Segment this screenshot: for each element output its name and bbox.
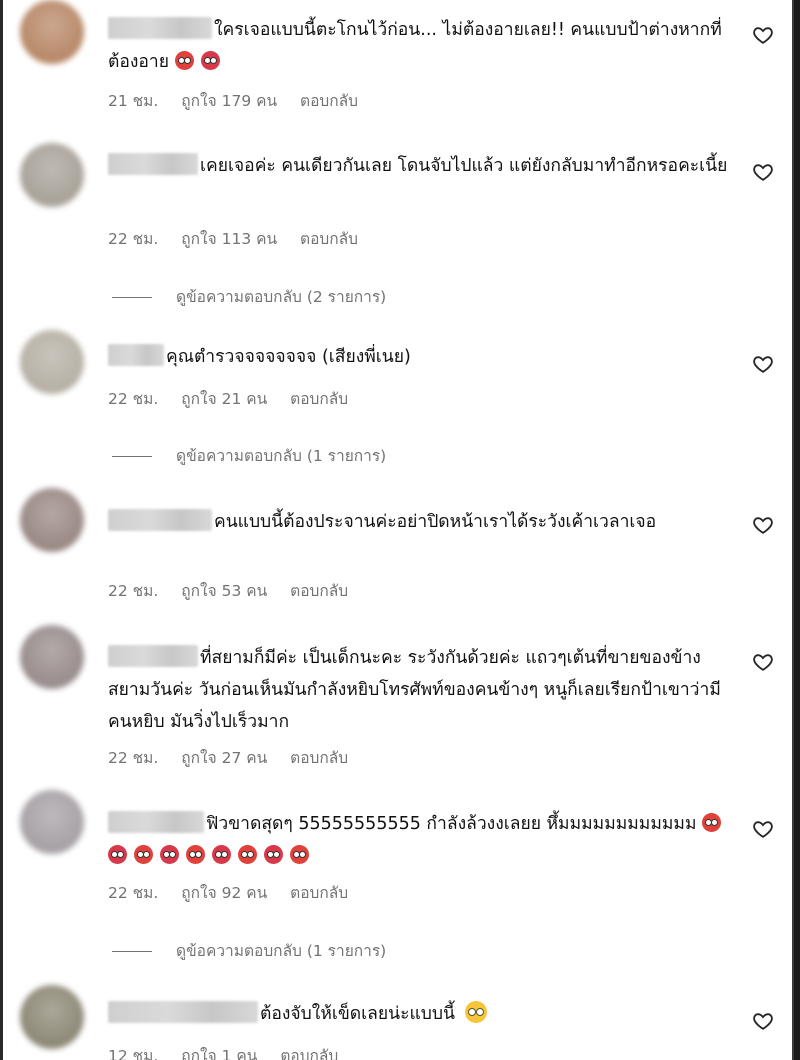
angry-face-icon <box>186 845 205 864</box>
heart-outline-icon[interactable] <box>752 514 774 536</box>
avatar[interactable] <box>20 625 84 689</box>
avatar[interactable] <box>20 330 84 394</box>
username-blurred[interactable] <box>108 1001 258 1023</box>
angry-face-icon <box>702 813 722 832</box>
reply-button[interactable]: ตอบกลับ <box>280 1047 338 1060</box>
timestamp: 12 ชม. <box>108 1047 159 1060</box>
avatar[interactable] <box>20 143 84 207</box>
comment-meta: 12 ชม. ถูกใจ 1 คน ตอบกลับ <box>108 1043 356 1060</box>
comment-meta: 22 ชม. ถูกใจ 113 คน ตอบกลับ <box>108 226 376 251</box>
avatar[interactable] <box>20 488 84 552</box>
reply-button[interactable]: ตอบกลับ <box>290 582 348 600</box>
like-count[interactable]: ถูกใจ 179 คน <box>181 92 277 110</box>
comment-meta: 22 ชม. ถูกใจ 21 คน ตอบกลับ <box>108 386 366 411</box>
username-blurred[interactable] <box>108 17 212 39</box>
reply-button[interactable]: ตอบกลับ <box>290 390 348 408</box>
comment-text: คุณตำรวจจจจจจจจ (เสียงพี่เนย) <box>108 341 738 373</box>
reply-divider-line <box>112 951 152 952</box>
heart-outline-icon[interactable] <box>752 161 774 183</box>
username-blurred[interactable] <box>108 344 164 366</box>
timestamp: 21 ชม. <box>108 92 159 110</box>
comment-text: ต้องจับให้เข็ดเลยน่ะแบบนี้ <box>108 998 738 1030</box>
like-count[interactable]: ถูกใจ 92 คน <box>181 884 267 902</box>
view-replies-link[interactable]: ดูข้อความตอบกลับ (2 รายการ) <box>112 284 386 309</box>
angry-face-icon <box>174 51 194 70</box>
like-count[interactable]: ถูกใจ 27 คน <box>181 749 267 767</box>
comment-text: ใครเจอแบบนี้ตะโกนไว้ก่อน... ไม่ต้องอายเล… <box>108 14 738 78</box>
reply-button[interactable]: ตอบกลับ <box>290 749 348 767</box>
comment-text: คนแบบนี้ต้องประจานค่ะอย่าปิดหน้าเราได้ระ… <box>108 506 738 538</box>
comment-meta: 22 ชม. ถูกใจ 53 คน ตอบกลับ <box>108 578 366 603</box>
reply-button[interactable]: ตอบกลับ <box>290 884 348 902</box>
timestamp: 22 ชม. <box>108 582 159 600</box>
timestamp: 22 ชม. <box>108 749 159 767</box>
like-count[interactable]: ถูกใจ 1 คน <box>181 1047 257 1060</box>
view-replies-link[interactable]: ดูข้อความตอบกลับ (1 รายการ) <box>112 938 386 963</box>
avatar[interactable] <box>20 0 84 64</box>
like-count[interactable]: ถูกใจ 113 คน <box>181 230 277 248</box>
angry-face-icon <box>160 845 179 864</box>
comments-panel: ใครเจอแบบนี้ตะโกนไว้ก่อน... ไม่ต้องอายเล… <box>0 0 800 1060</box>
like-count[interactable]: ถูกใจ 53 คน <box>181 582 267 600</box>
reply-button[interactable]: ตอบกลับ <box>300 92 358 110</box>
comment-meta: 22 ชม. ถูกใจ 27 คน ตอบกลับ <box>108 745 366 770</box>
timestamp: 22 ชม. <box>108 884 159 902</box>
heart-outline-icon[interactable] <box>752 1010 774 1032</box>
heart-outline-icon[interactable] <box>752 353 774 375</box>
username-blurred[interactable] <box>108 811 204 833</box>
angry-face-icon <box>134 845 153 864</box>
reply-divider-line <box>112 297 152 298</box>
reply-button[interactable]: ตอบกลับ <box>300 230 358 248</box>
username-blurred[interactable] <box>108 509 212 531</box>
pleading-face-icon <box>464 1001 487 1023</box>
comment-meta: 22 ชม. ถูกใจ 92 คน ตอบกลับ <box>108 880 366 905</box>
right-edge-strip <box>792 0 800 1060</box>
heart-outline-icon[interactable] <box>752 651 774 673</box>
comment-text: เคยเจอค่ะ คนเดียวกันเลย โดนจับไปแล้ว แต่… <box>108 150 738 182</box>
timestamp: 22 ชม. <box>108 230 159 248</box>
avatar[interactable] <box>20 985 84 1049</box>
reply-divider-line <box>112 456 152 457</box>
angry-face-icon <box>108 845 127 864</box>
angry-face-icon <box>238 845 257 864</box>
angry-face-icon <box>264 845 283 864</box>
timestamp: 22 ชม. <box>108 390 159 408</box>
comment-meta: 21 ชม. ถูกใจ 179 คน ตอบกลับ <box>108 88 376 113</box>
username-blurred[interactable] <box>108 645 198 667</box>
left-edge-bar <box>0 0 3 1060</box>
avatar[interactable] <box>20 790 84 854</box>
angry-face-icon <box>290 845 309 864</box>
comment-text: ฟิวขาดสุดๆ 55555555555 กำลังล้วงงเลยย หึ… <box>108 808 738 872</box>
username-blurred[interactable] <box>108 153 198 175</box>
angry-face-icon <box>200 51 220 70</box>
like-count[interactable]: ถูกใจ 21 คน <box>181 390 267 408</box>
angry-face-icon <box>212 845 231 864</box>
heart-outline-icon[interactable] <box>752 24 774 46</box>
comment-text: ที่สยามก็มีค่ะ เป็นเด็กนะคะ ระวังกันด้วย… <box>108 642 738 738</box>
view-replies-link[interactable]: ดูข้อความตอบกลับ (1 รายการ) <box>112 443 386 468</box>
heart-outline-icon[interactable] <box>752 818 774 840</box>
